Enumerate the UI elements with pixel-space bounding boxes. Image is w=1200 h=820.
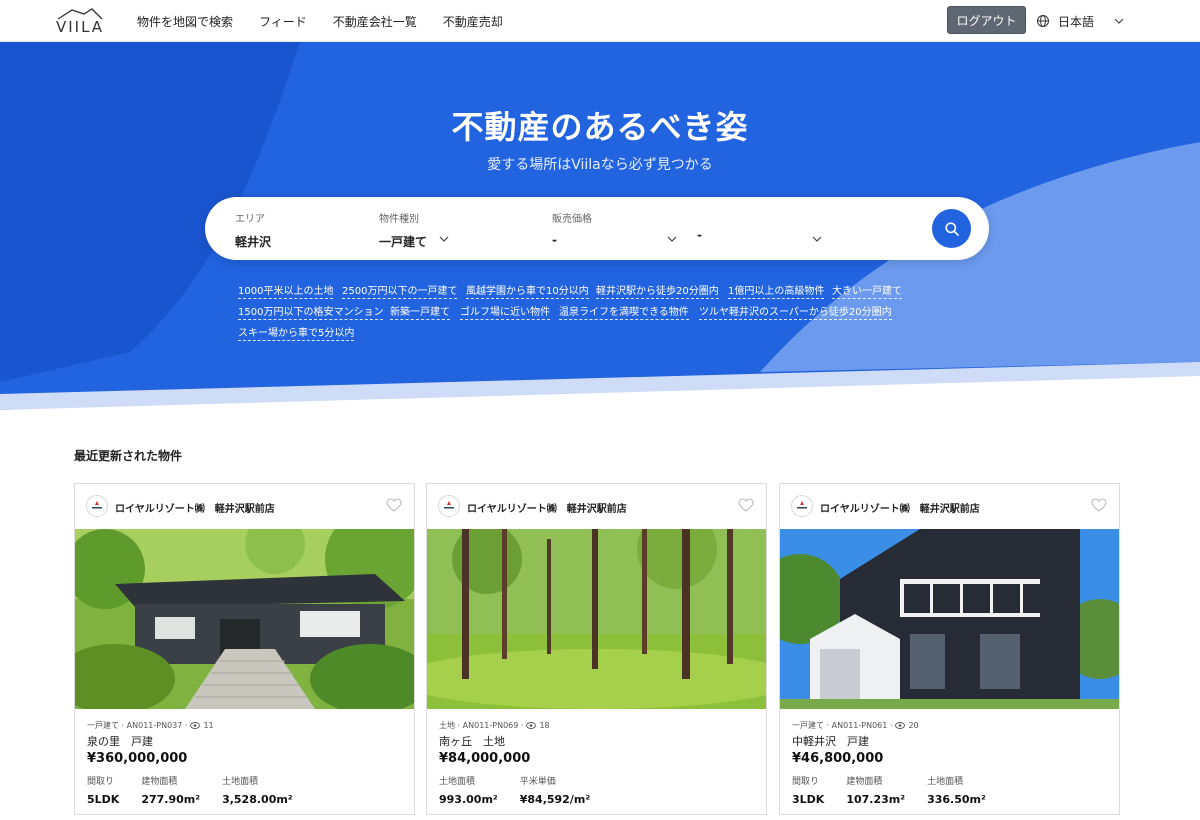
listing-meta: 一戸建て · AN011-PN061 · 20 bbox=[792, 721, 919, 730]
hero-banner: 不動産のあるべき姿 愛する場所はViilaなら必ず見つかる エリア 軽井沢 物件… bbox=[0, 42, 1200, 414]
house-photo bbox=[780, 529, 1119, 709]
tag-link[interactable]: 温泉ライフを満喫できる物件 bbox=[559, 303, 689, 320]
property-photo[interactable] bbox=[427, 529, 766, 709]
company-avatar bbox=[438, 495, 460, 517]
listing-meta: 土地 · AN011-PN069 · 18 bbox=[439, 721, 550, 730]
chevron-down-icon bbox=[439, 236, 449, 242]
eye-icon bbox=[526, 722, 537, 729]
tag-link[interactable]: 大きい一戸建て bbox=[832, 282, 902, 299]
card-header: ロイヤルリゾート㈱ 軽井沢駅前店 bbox=[780, 484, 1119, 529]
property-card[interactable]: ロイヤルリゾート㈱ 軽井沢駅前店 一戸建て · AN011-PN061 · 20… bbox=[779, 483, 1120, 815]
hero-title: 不動産のあるべき姿 bbox=[451, 108, 749, 146]
viila-logo[interactable]: VIILA bbox=[56, 7, 105, 36]
listing-specs: 土地面積 993.00m² 平米単価 ¥84,592/m² bbox=[439, 774, 612, 806]
heart-icon[interactable] bbox=[738, 498, 754, 512]
company-logo-icon bbox=[444, 501, 454, 509]
language-selector[interactable]: 日本語 bbox=[1036, 0, 1124, 42]
price-min-value: - bbox=[552, 233, 557, 247]
spec-layout: 間取り 3LDK bbox=[792, 777, 825, 806]
company-avatar bbox=[86, 495, 108, 517]
card-header: ロイヤルリゾート㈱ 軽井沢駅前店 bbox=[427, 484, 766, 529]
spec-land-area: 土地面積 993.00m² bbox=[439, 777, 498, 806]
chevron-down-icon bbox=[812, 236, 822, 242]
listing-specs: 間取り 5LDK 建物面積 277.90m² 土地面積 3,528.00m² bbox=[87, 774, 315, 806]
company-name: ロイヤルリゾート㈱ 軽井沢駅前店 bbox=[820, 504, 980, 515]
forest-photo bbox=[427, 529, 766, 709]
chevron-down-icon bbox=[667, 236, 677, 242]
property-photo[interactable] bbox=[780, 529, 1119, 709]
spec-unit-price: 平米単価 ¥84,592/m² bbox=[519, 777, 591, 806]
house-photo bbox=[75, 529, 414, 709]
price-min-field[interactable]: 販売価格 - bbox=[552, 210, 592, 247]
spec-building-area: 建物面積 277.90m² bbox=[141, 777, 201, 806]
listing-specs: 間取り 3LDK 建物面積 107.23m² 土地面積 336.50m² bbox=[792, 774, 1008, 806]
section-title: 最近更新された物件 bbox=[74, 449, 183, 463]
top-header: VIILA 物件を地図で検索 フィード 不動産会社一覧 不動産売却 ログアウト … bbox=[0, 0, 1200, 42]
spec-layout: 間取り 5LDK bbox=[87, 777, 120, 806]
logout-button[interactable]: ログアウト bbox=[947, 6, 1026, 34]
company-name: ロイヤルリゾート㈱ 軽井沢駅前店 bbox=[467, 504, 627, 515]
heart-icon[interactable] bbox=[1091, 498, 1107, 512]
nav-feed[interactable]: フィード bbox=[259, 13, 307, 30]
listing-name: 中軽井沢 戸建 bbox=[792, 735, 869, 748]
eye-icon bbox=[895, 722, 906, 729]
eye-icon bbox=[190, 722, 201, 729]
tag-link[interactable]: 風越学園から車で10分以内 bbox=[466, 282, 589, 299]
listing-price: ¥360,000,000 bbox=[87, 751, 188, 766]
heart-icon[interactable] bbox=[386, 498, 402, 512]
tag-link[interactable]: 1億円以上の高級物件 bbox=[728, 282, 825, 299]
listing-meta: 一戸建て · AN011-PN037 · 11 bbox=[87, 721, 214, 730]
search-icon bbox=[944, 221, 959, 236]
property-photo[interactable] bbox=[75, 529, 414, 709]
area-value: 軽井沢 bbox=[235, 235, 272, 249]
tag-link[interactable]: ツルヤ軽井沢のスーパーから徒歩20分圏内 bbox=[699, 303, 892, 320]
logo-text: VIILA bbox=[56, 18, 105, 36]
type-field[interactable]: 物件種別 一戸建て bbox=[379, 210, 449, 250]
spec-building-area: 建物面積 107.23m² bbox=[846, 777, 906, 806]
listing-price: ¥84,000,000 bbox=[439, 751, 531, 766]
company-logo-icon bbox=[797, 501, 807, 509]
language-label: 日本語 bbox=[1058, 14, 1095, 29]
hero-subtitle: 愛する場所はViilaなら必ず見つかる bbox=[487, 157, 713, 173]
tag-link[interactable]: 1000平米以上の土地 bbox=[238, 282, 334, 299]
spec-land-area: 土地面積 3,528.00m² bbox=[222, 777, 293, 806]
tag-link[interactable]: 新築一戸建て bbox=[390, 303, 450, 320]
price-label: 販売価格 bbox=[552, 214, 592, 225]
listing-price: ¥46,800,000 bbox=[792, 751, 884, 766]
search-bar: エリア 軽井沢 物件種別 一戸建て 販売価格 - - bbox=[205, 197, 989, 260]
tag-link[interactable]: 2500万円以下の一戸建て bbox=[342, 282, 458, 299]
chevron-down-icon bbox=[1114, 18, 1124, 24]
area-label: エリア bbox=[235, 214, 265, 225]
tag-link[interactable]: 軽井沢駅から徒歩20分圏内 bbox=[596, 282, 719, 299]
search-button[interactable] bbox=[932, 209, 971, 248]
tag-link[interactable]: スキー場から車で5分以内 bbox=[238, 324, 355, 341]
company-name: ロイヤルリゾート㈱ 軽井沢駅前店 bbox=[115, 504, 275, 515]
tag-link[interactable]: 1500万円以下の格安マンション bbox=[238, 303, 384, 320]
listing-name: 南ヶ丘 土地 bbox=[439, 735, 505, 748]
property-card[interactable]: ロイヤルリゾート㈱ 軽井沢駅前店 一戸建て · AN011-PN037 · 11… bbox=[74, 483, 415, 815]
main-nav: 物件を地図で検索 フィード 不動産会社一覧 不動産売却 bbox=[137, 0, 529, 42]
spec-land-area: 土地面積 336.50m² bbox=[927, 777, 986, 806]
listing-name: 泉の里 戸建 bbox=[87, 735, 153, 748]
nav-sell[interactable]: 不動産売却 bbox=[443, 13, 503, 30]
company-logo-icon bbox=[92, 501, 102, 509]
globe-icon bbox=[1037, 15, 1049, 27]
type-label: 物件種別 bbox=[379, 214, 419, 225]
price-max-field[interactable]: - bbox=[697, 220, 702, 242]
nav-agencies[interactable]: 不動産会社一覧 bbox=[333, 13, 417, 30]
card-header: ロイヤルリゾート㈱ 軽井沢駅前店 bbox=[75, 484, 414, 529]
company-avatar bbox=[791, 495, 813, 517]
area-field[interactable]: エリア 軽井沢 bbox=[235, 210, 271, 250]
tag-link[interactable]: ゴルフ場に近い物件 bbox=[460, 303, 550, 320]
property-card[interactable]: ロイヤルリゾート㈱ 軽井沢駅前店 土地 · AN011-PN069 · 18 南ヶ… bbox=[426, 483, 767, 815]
price-max-value: - bbox=[697, 228, 702, 242]
nav-map-search[interactable]: 物件を地図で検索 bbox=[137, 13, 233, 30]
